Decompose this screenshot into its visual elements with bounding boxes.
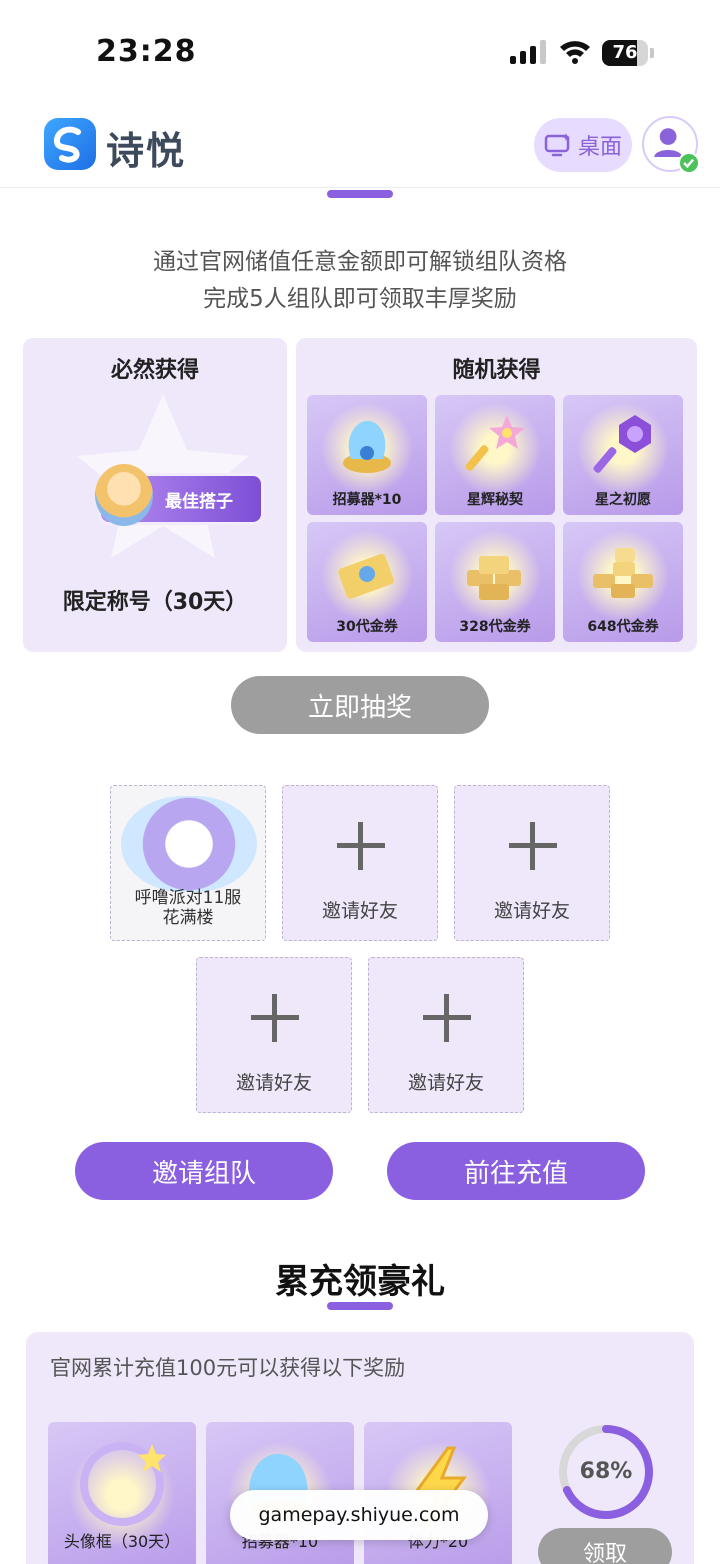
progress-percent: 68% — [579, 1459, 633, 1484]
title-badge: 最佳搭子 — [95, 464, 261, 526]
site-header: 诗悦 桌面 — [0, 100, 720, 188]
battery-level: 76 — [612, 42, 638, 63]
reward-tile: 328代金券 — [435, 522, 555, 642]
brand-logo-icon[interactable] — [44, 118, 96, 170]
guaranteed-label: 限定称号（30天） — [62, 590, 248, 615]
cellular-signal-icon — [510, 40, 546, 64]
title-badge-text: 最佳搭子 — [165, 491, 233, 512]
invite-team-button[interactable]: 邀请组队 — [75, 1142, 333, 1200]
desktop-label: 桌面 — [577, 135, 622, 160]
reward-label: 648代金券 — [587, 619, 659, 635]
star-key-icon — [465, 415, 525, 471]
url-bar[interactable]: gamepay.shiyue.com — [230, 1490, 488, 1540]
section-underline — [327, 1302, 393, 1310]
intro-line-2: 完成5人组队即可领取丰厚奖励 — [203, 286, 517, 312]
voucher-icon — [338, 553, 394, 599]
guaranteed-reward-panel: 必然获得 最佳搭子 限定称号（30天） — [23, 338, 287, 652]
invite-friend-label: 邀请好友 — [493, 900, 570, 922]
member-avatar — [121, 796, 257, 892]
random-reward-panel: 随机获得 招募器*10 星辉秘契 星之初愿 30代金券 328代金券 648代金… — [296, 338, 697, 652]
reward-label: 30代金券 — [336, 619, 398, 635]
tab-indicator — [327, 190, 393, 198]
page: 23:28 76 诗悦 桌面 通过官网储值任意金额即可解锁组队资格 完成5人组队… — [0, 0, 720, 1564]
reward-label: 星之初愿 — [595, 492, 651, 508]
team-slot-invite[interactable]: 邀请好友 — [196, 957, 352, 1113]
reward-tile: 30代金券 — [307, 522, 427, 642]
recruiter-icon — [343, 420, 391, 473]
member-name-line-2: 花满楼 — [162, 908, 214, 928]
reward-label: 头像框（30天） — [63, 1532, 181, 1551]
invite-friend-label: 邀请好友 — [321, 900, 398, 922]
plus-icon — [251, 994, 299, 1042]
invite-friend-label: 邀请好友 — [407, 1072, 484, 1094]
intro-text: 通过官网储值任意金额即可解锁组队资格 完成5人组队即可领取丰厚奖励 — [0, 244, 720, 318]
accumulate-reward-tile: 头像框（30天） — [48, 1422, 196, 1564]
random-title: 随机获得 — [452, 358, 541, 383]
plus-icon — [423, 994, 471, 1042]
intro-line-1: 通过官网储值任意金额即可解锁组队资格 — [153, 249, 567, 275]
go-recharge-button[interactable]: 前往充值 — [387, 1142, 645, 1200]
verified-check-icon — [678, 152, 700, 174]
wifi-icon — [560, 41, 590, 64]
avatar-frame-icon — [80, 1442, 166, 1526]
reward-label: 招募器*10 — [332, 492, 402, 508]
desktop-icon — [544, 133, 570, 157]
battery-icon: 76 — [602, 40, 654, 66]
guaranteed-title: 必然获得 — [110, 358, 199, 383]
claim-button[interactable]: 领取 — [538, 1528, 672, 1564]
reward-label: 328代金券 — [459, 619, 531, 635]
user-avatar-button[interactable] — [642, 116, 700, 174]
section-title: 累充领豪礼 — [275, 1262, 445, 1302]
plus-icon — [337, 822, 385, 870]
reward-tile: 招募器*10 — [307, 395, 427, 515]
team-slot-invite[interactable]: 邀请好友 — [368, 957, 524, 1113]
brand-name[interactable]: 诗悦 — [106, 120, 186, 175]
status-time: 23:28 — [96, 34, 197, 69]
accumulate-note: 官网累计充值100元可以获得以下奖励 — [50, 1356, 406, 1380]
team-slot-invite[interactable]: 邀请好友 — [454, 785, 610, 941]
add-to-desktop-button[interactable]: 桌面 — [534, 118, 632, 172]
chibi-character-icon — [95, 464, 153, 526]
team-slot-invite[interactable]: 邀请好友 — [282, 785, 438, 941]
plus-icon — [509, 822, 557, 870]
recharge-progress-ring: 68% — [556, 1422, 656, 1522]
draw-now-button[interactable]: 立即抽奖 — [231, 676, 489, 734]
reward-tile: 648代金券 — [563, 522, 683, 642]
voucher-pile-icon — [593, 548, 653, 598]
team-slot-member[interactable]: 呼噜派对11服 花满楼 — [110, 785, 266, 941]
reward-label: 星辉秘契 — [467, 492, 523, 508]
invite-friend-label: 邀请好友 — [235, 1072, 312, 1094]
status-bar: 23:28 76 — [0, 0, 720, 100]
reward-tile: 星之初愿 — [563, 395, 683, 515]
reward-tile: 星辉秘契 — [435, 395, 555, 515]
member-name: 呼噜派对11服 花满楼 — [111, 888, 265, 928]
voucher-stack-icon — [467, 556, 521, 600]
member-name-line-1: 呼噜派对11服 — [134, 888, 242, 908]
purple-key-icon — [593, 415, 651, 473]
